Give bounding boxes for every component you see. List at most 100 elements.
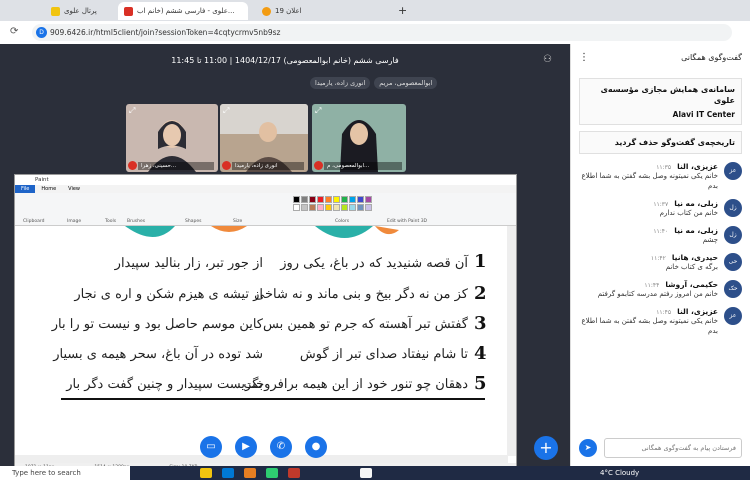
tab-label: پرتال علوی bbox=[64, 7, 97, 15]
chat-message: حی حیدری، هانیا۱۱:۴۲ برگه ی کتاب خانم bbox=[571, 253, 750, 272]
expand-icon[interactable]: ⤢ bbox=[223, 106, 229, 116]
chat-panel: گفت‌وگوی همگانی ⋮ سامانه‌ی همایش مجازی م… bbox=[570, 44, 750, 466]
conference-app: ⚇ فارسی ششم (خانم ابوالمعصومی) 1404/12/1… bbox=[0, 44, 750, 474]
color-swatch[interactable] bbox=[341, 196, 348, 203]
color-swatch[interactable] bbox=[349, 204, 356, 211]
url-field[interactable]: D 909.6426.ir/html5client/join?sessionTo… bbox=[32, 24, 732, 41]
color-swatch[interactable] bbox=[365, 204, 372, 211]
message-text: خانم من امروز رفتم مدرسه کتابمو گرفتم bbox=[597, 290, 718, 298]
color-swatch[interactable] bbox=[325, 204, 332, 211]
taskbar-search[interactable]: Type here to search bbox=[0, 466, 130, 480]
ribbon-group-label: Clipboard bbox=[23, 219, 45, 224]
avatar: عز bbox=[724, 307, 742, 325]
taskbar-app-icon[interactable] bbox=[288, 468, 300, 478]
webcam-button[interactable]: ▶ bbox=[235, 436, 257, 458]
color-swatch[interactable] bbox=[301, 196, 308, 203]
color-swatch[interactable] bbox=[293, 204, 300, 211]
color-swatch[interactable] bbox=[365, 196, 372, 203]
taskbar-app-icon[interactable] bbox=[222, 468, 234, 478]
paint-menu-home[interactable]: Home bbox=[35, 185, 62, 193]
browser-chrome: پرتال علوی علوی - فارسی ششم (خانم اب... … bbox=[0, 0, 750, 44]
verse-left: بگریست سپیدار و چنین گفت دگر بار bbox=[66, 377, 263, 392]
webcam-name: انوری زاده، یارمیدا bbox=[232, 162, 304, 170]
color-swatch[interactable] bbox=[317, 204, 324, 211]
ribbon-group-label: Tools bbox=[105, 219, 117, 224]
color-swatch[interactable] bbox=[357, 204, 364, 211]
sender-name: زبلی، مه نیا۱۱:۳۷ bbox=[653, 199, 718, 208]
color-swatch[interactable] bbox=[309, 196, 316, 203]
media-controls: ▭ ▶ ✆ ● bbox=[200, 436, 327, 458]
taskbar-app-icon[interactable] bbox=[360, 468, 372, 478]
vertical-scrollbar[interactable] bbox=[507, 226, 516, 456]
color-swatch[interactable] bbox=[317, 196, 324, 203]
system-notice: تاریخچه‌ی گفت‌وگو حذف گردید bbox=[579, 131, 742, 154]
sender-name: حیدری، هانیا۱۱:۴۲ bbox=[650, 253, 718, 262]
verse-number: 5 bbox=[474, 373, 487, 394]
color-swatch[interactable] bbox=[301, 204, 308, 211]
taskbar-app-icon[interactable] bbox=[244, 468, 256, 478]
notification-favicon-icon bbox=[262, 6, 271, 16]
taskbar-weather[interactable]: 4°C Cloudy bbox=[600, 466, 639, 480]
webcam-tile[interactable]: ⤢ حسینی، زهرا... bbox=[126, 104, 218, 172]
message-time: ۱۱:۳۷ bbox=[653, 201, 669, 208]
phone-audio-button[interactable]: ✆ bbox=[270, 436, 292, 458]
message-text: برگه ی کتاب خانم bbox=[665, 263, 718, 271]
paint-menu-file[interactable]: File bbox=[15, 185, 36, 193]
chat-input[interactable]: فرستادن پیام به گفت‌وگوی همگانی bbox=[604, 438, 742, 458]
paint-menu-view[interactable]: View bbox=[62, 185, 86, 193]
tab-notifications[interactable]: 19 اعلان bbox=[256, 2, 386, 20]
color-swatch[interactable] bbox=[325, 196, 332, 203]
chat-message: زل زبلی، مه نیا۱۱:۳۷ خانم من کتاب ندارم bbox=[571, 199, 750, 218]
paint-canvas[interactable]: 1 2 3 4 5 آن قصه شنیدید که در باغ، یکی ر… bbox=[15, 226, 508, 453]
paint-ribbon: Clipboard Image Tools Brushes Shapes Siz… bbox=[15, 193, 516, 226]
webcam-name: ابوالمعصومی، م... bbox=[324, 162, 402, 170]
taskbar-app-icon[interactable] bbox=[266, 468, 278, 478]
verse-right: تا شام نیفتاد صدای تبر از گوش bbox=[299, 347, 468, 362]
webcam-tile[interactable]: ⤢ انوری زاده، یارمیدا bbox=[220, 104, 308, 172]
send-icon[interactable]: ➤ bbox=[579, 439, 597, 457]
message-text: خانم یکی نمیتونه وصل بشه گفتن به شما اطل… bbox=[581, 172, 718, 190]
tab-classroom[interactable]: علوی - فارسی ششم (خانم اب... bbox=[118, 2, 248, 20]
mic-muted-icon bbox=[128, 161, 137, 170]
ribbon-group-label: Brushes bbox=[127, 219, 146, 224]
actions-plus-button[interactable]: + bbox=[534, 436, 558, 460]
paint-menu-bar: File Home View bbox=[15, 185, 516, 193]
webcam-tile[interactable]: ⤢ ابوالمعصومی، م... bbox=[312, 104, 406, 172]
color-swatch[interactable] bbox=[357, 196, 364, 203]
classroom-favicon-icon bbox=[124, 6, 133, 16]
talking-chip: انوری زاده، یارمیدا bbox=[310, 77, 371, 89]
screen-share-button[interactable]: ▭ bbox=[200, 436, 222, 458]
avatar: عز bbox=[724, 162, 742, 180]
ribbon-group-label: Size bbox=[233, 219, 243, 224]
reload-icon[interactable]: ⟳ bbox=[10, 26, 18, 37]
presentation-stage: ⚇ فارسی ششم (خانم ابوالمعصومی) 1404/12/1… bbox=[0, 44, 570, 474]
cleared-notice: تاریخچه‌ی گفت‌وگو حذف گردید bbox=[614, 138, 735, 147]
new-tab-button[interactable]: + bbox=[392, 2, 406, 20]
message-time: ۱۱:۳۵ bbox=[656, 164, 672, 171]
avatar: زل bbox=[724, 199, 742, 217]
address-bar: ⟳ D 909.6426.ir/html5client/join?session… bbox=[0, 21, 750, 44]
color-swatch[interactable] bbox=[349, 196, 356, 203]
message-time: ۱۱:۴۰ bbox=[653, 228, 669, 235]
verse-left: کاین موسم حاصل بود و نیست تو را بار bbox=[51, 317, 263, 332]
color-swatch[interactable] bbox=[309, 204, 316, 211]
message-time: ۱۱:۴۴ bbox=[644, 282, 660, 289]
tab-portal[interactable]: پرتال علوی bbox=[45, 2, 110, 20]
color-swatch[interactable] bbox=[293, 196, 300, 203]
sender-name: حکیمی، آروشا۱۱:۴۴ bbox=[644, 280, 718, 289]
ribbon-group-label: Edit with Paint 3D bbox=[387, 219, 428, 224]
color-swatch[interactable] bbox=[333, 196, 340, 203]
message-text: خانم یکی نمیتونه وصل بشه گفتن به شما اطل… bbox=[581, 317, 718, 335]
mic-muted-icon bbox=[222, 161, 231, 170]
more-options-icon[interactable]: ⋮ bbox=[579, 52, 589, 63]
color-swatch[interactable] bbox=[341, 204, 348, 211]
expand-icon[interactable]: ⤢ bbox=[315, 106, 321, 116]
color-swatch[interactable] bbox=[333, 204, 340, 211]
expand-icon[interactable]: ⤢ bbox=[129, 106, 135, 116]
message-time: ۱۱:۴۲ bbox=[650, 255, 666, 262]
microphone-button[interactable]: ● bbox=[305, 436, 327, 458]
verse-left: از تیشه ی هیزم شکن و اره ی نجار bbox=[74, 287, 263, 302]
taskbar-app-icon[interactable] bbox=[200, 468, 212, 478]
site-info-icon[interactable]: D bbox=[36, 27, 47, 38]
color-palette[interactable] bbox=[293, 196, 372, 211]
